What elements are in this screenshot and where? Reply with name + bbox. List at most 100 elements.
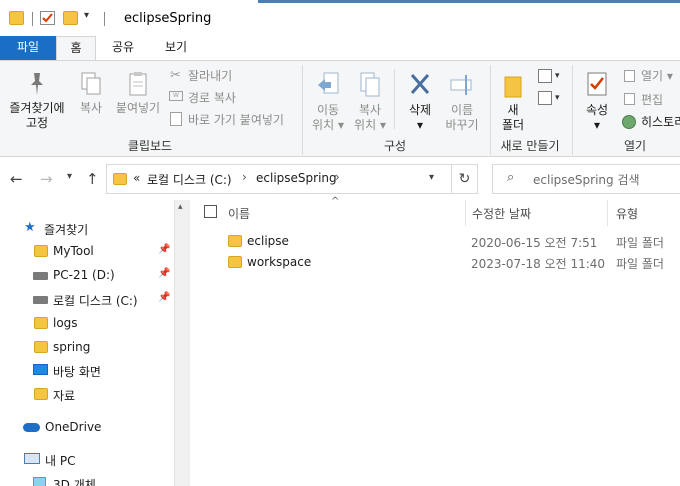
file-name: eclipse xyxy=(247,234,289,248)
nav-item-logs[interactable]: logs xyxy=(0,313,172,335)
overflow-breadcrumb[interactable]: « xyxy=(133,171,140,185)
nav-label: 즐겨찾기 xyxy=(44,223,89,237)
copy-to-button[interactable]: 복사 위치 ▾ xyxy=(350,71,390,133)
desktop-icon xyxy=(33,364,48,375)
search-box[interactable]: ⌕ eclipseSpring 검색 xyxy=(492,164,680,194)
tab-file[interactable]: 파일 xyxy=(0,36,56,60)
column-header-row: ^ 이름 수정한 날짜 유형 xyxy=(190,196,680,226)
open-button[interactable]: 열기 ▾ xyxy=(641,67,673,84)
new-folder-button[interactable]: 새 폴더 xyxy=(496,71,530,133)
pin-icon: 📌 xyxy=(158,292,171,303)
nav-item-mytool[interactable]: MyTool 📌 xyxy=(0,241,172,263)
chevron-down-icon[interactable]: ▾ xyxy=(555,71,560,81)
pin-label-line1: 즐겨찾기에 xyxy=(9,101,65,115)
easy-access-icon[interactable] xyxy=(538,91,552,105)
new-folder-label-line2: 폴더 xyxy=(501,118,525,132)
chevron-right-icon[interactable]: › xyxy=(335,170,340,184)
nav-quick-access[interactable]: ★ 즐겨찾기 xyxy=(0,218,172,240)
forward-arrow-icon[interactable]: → xyxy=(40,170,53,188)
copy-button[interactable]: 복사 xyxy=(74,71,108,116)
properties-quick-icon[interactable] xyxy=(40,11,55,25)
nav-label: logs xyxy=(53,316,78,330)
tab-view[interactable]: 보기 xyxy=(150,36,202,60)
drive-icon xyxy=(33,296,48,304)
tab-share[interactable]: 공유 xyxy=(100,36,146,60)
paste-label: 붙여넣기 xyxy=(115,101,161,115)
folder-icon xyxy=(228,235,242,247)
tab-home[interactable]: 홈 xyxy=(56,36,96,61)
copy-path-icon: W xyxy=(169,91,183,101)
history-button[interactable]: 히스토리 xyxy=(641,113,680,130)
chevron-right-icon[interactable]: › xyxy=(242,170,247,184)
nav-this-pc[interactable]: 내 PC xyxy=(0,449,172,471)
copy-path-button[interactable]: 경로 복사 xyxy=(188,89,236,106)
nav-3d-objects[interactable]: 3D 개체 xyxy=(0,473,172,486)
breadcrumb-eclipsespring[interactable]: eclipseSpring xyxy=(256,171,337,185)
rename-icon xyxy=(450,75,472,95)
nav-item-desktop[interactable]: 바탕 화면 xyxy=(0,360,172,382)
address-bar[interactable]: « 로컬 디스크 (C:) › eclipseSpring › ▾ xyxy=(106,164,452,194)
nav-item-pc21[interactable]: PC-21 (D:) 📌 xyxy=(0,265,172,287)
cut-button[interactable]: 잘라내기 xyxy=(188,67,232,84)
nav-item-local-disk[interactable]: 로컬 디스크 (C:) 📌 xyxy=(0,289,172,311)
column-header-name[interactable]: 이름 xyxy=(228,205,250,222)
new-folder-label-line1: 새 xyxy=(507,103,519,117)
delete-x-icon xyxy=(410,74,430,94)
nav-label: 3D 개체 xyxy=(53,478,96,486)
recent-locations-chevron-icon[interactable]: ▾ xyxy=(67,171,72,182)
up-arrow-icon[interactable]: ↑ xyxy=(86,170,99,188)
scissors-icon: ✂ xyxy=(170,68,181,83)
column-header-modified[interactable]: 수정한 날짜 xyxy=(472,205,531,222)
sort-ascending-icon: ^ xyxy=(331,196,340,207)
computer-icon xyxy=(24,453,40,464)
drive-icon xyxy=(33,272,48,280)
file-row[interactable]: workspace 2023-07-18 오전 11:40 파일 폴더 xyxy=(220,252,680,273)
properties-check-icon xyxy=(587,72,607,96)
open-label: 열기 xyxy=(641,69,664,83)
cloud-icon xyxy=(23,423,40,432)
select-all-checkbox[interactable] xyxy=(204,205,217,218)
history-icon xyxy=(622,115,636,129)
pin-icon: 📌 xyxy=(158,244,171,255)
move-to-button[interactable]: 이동 위치 ▾ xyxy=(308,71,348,133)
address-dropdown-icon[interactable]: ▾ xyxy=(429,172,434,183)
copy-to-icon xyxy=(360,72,380,97)
edit-button[interactable]: 편집 xyxy=(641,91,663,108)
navigation-scrollbar[interactable]: ▴ xyxy=(174,200,190,486)
folder-icon xyxy=(113,173,127,185)
nav-label: 바탕 화면 xyxy=(53,365,101,379)
delete-button[interactable]: 삭제 ▾ xyxy=(400,71,440,133)
file-type: 파일 폴더 xyxy=(616,257,664,271)
properties-button[interactable]: 속성 ▾ xyxy=(578,71,616,133)
customize-quick-access-icon[interactable]: ▾ xyxy=(84,10,89,21)
column-divider[interactable] xyxy=(607,200,608,226)
move-to-icon xyxy=(318,72,339,94)
back-arrow-icon[interactable]: ← xyxy=(10,170,23,188)
folder-icon xyxy=(34,341,48,353)
pin-icon xyxy=(31,73,43,95)
scroll-up-icon[interactable]: ▴ xyxy=(178,202,183,212)
pin-icon: 📌 xyxy=(158,268,171,279)
chevron-down-icon[interactable]: ▾ xyxy=(555,93,560,103)
nav-onedrive[interactable]: OneDrive xyxy=(0,417,172,439)
pin-to-quick-access-button[interactable]: 즐겨찾기에 고정 xyxy=(4,71,70,131)
nav-item-documents[interactable]: 자료 xyxy=(0,384,172,406)
breadcrumb-local-disk[interactable]: 로컬 디스크 (C:) xyxy=(147,171,232,188)
column-divider[interactable] xyxy=(465,200,466,226)
file-row[interactable]: eclipse 2020-06-15 오전 7:51 파일 폴더 xyxy=(220,231,680,252)
delete-label: 삭제 xyxy=(408,103,432,117)
search-icon: ⌕ xyxy=(507,170,515,185)
paste-shortcut-button[interactable]: 바로 가기 붙여넣기 xyxy=(188,111,284,128)
rename-button[interactable]: 이름 바꾸기 xyxy=(442,71,482,133)
new-folder-quick-icon[interactable] xyxy=(63,11,78,25)
paste-button[interactable]: 붙여넣기 xyxy=(112,71,164,116)
refresh-button[interactable]: ↻ xyxy=(452,164,478,194)
accent-strip xyxy=(258,0,680,3)
column-header-type[interactable]: 유형 xyxy=(616,205,638,222)
title-bar: ▾ eclipseSpring xyxy=(0,0,680,36)
clipboard-group-label: 클립보드 xyxy=(127,139,173,153)
new-item-icon[interactable] xyxy=(538,69,552,83)
copy-label: 복사 xyxy=(79,101,103,115)
nav-item-spring[interactable]: spring xyxy=(0,337,172,359)
folder-icon xyxy=(228,256,242,268)
